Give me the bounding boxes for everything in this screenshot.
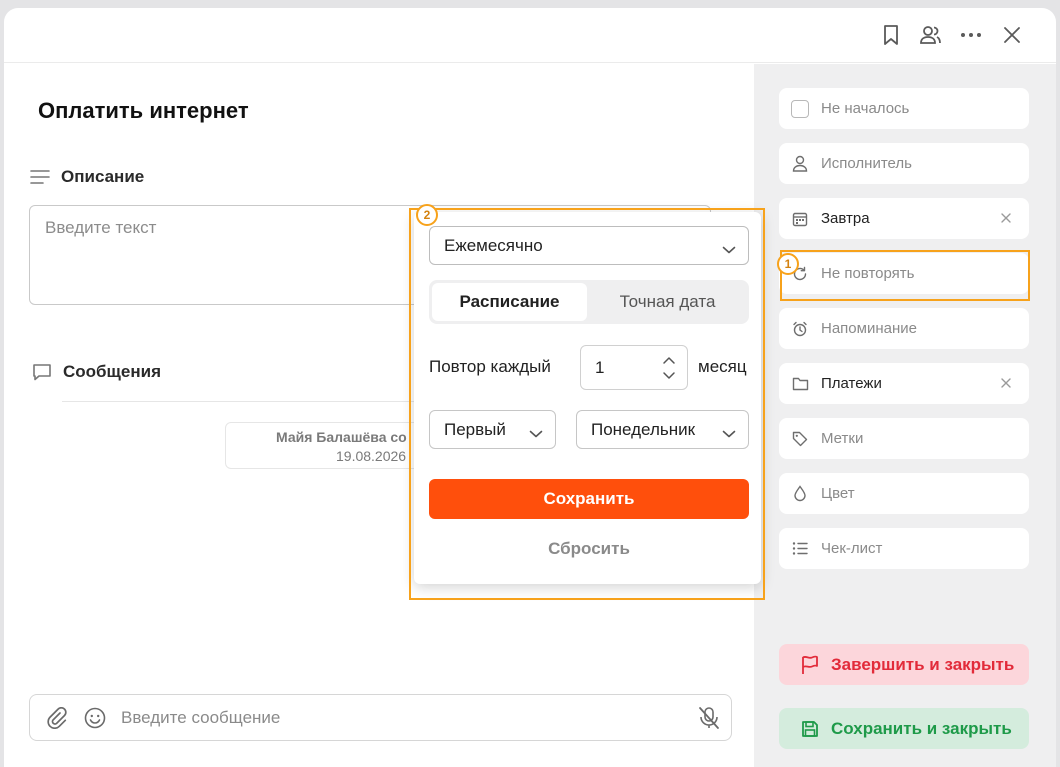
floppy-icon: [799, 718, 821, 740]
sidebar-item-label: Напоминание: [821, 320, 917, 337]
annotation-badge-1: 1: [777, 253, 799, 275]
task-title[interactable]: Оплатить интернет: [38, 98, 249, 124]
sidebar-item-assignee[interactable]: Исполнитель: [779, 143, 1029, 184]
task-sidebar: Не началось Исполнитель Завтра Не повтор…: [754, 64, 1056, 767]
clear-list-icon[interactable]: [999, 376, 1013, 390]
message-card: Майя Балашёва со 19.08.2026: [225, 422, 425, 469]
microphone-off-icon[interactable]: [697, 706, 721, 730]
chat-icon: [31, 361, 53, 383]
status-checkbox[interactable]: [791, 99, 809, 118]
messages-header: Сообщения: [31, 361, 161, 383]
composer-placeholder: Введите сообщение: [121, 707, 281, 727]
message-date: 19.08.2026: [336, 448, 407, 464]
window-toolbar: [4, 8, 1056, 63]
tag-icon: [791, 430, 809, 448]
flag-icon: [799, 654, 821, 676]
description-label: Описание: [61, 167, 145, 186]
bookmark-icon[interactable]: [878, 22, 904, 48]
sidebar-item-list[interactable]: Платежи: [779, 363, 1029, 404]
sidebar-item-color[interactable]: Цвет: [779, 473, 1029, 514]
highlight-repeat-popup: [409, 208, 765, 600]
highlight-repeat-item: [780, 250, 1030, 301]
description-header: Описание: [29, 166, 144, 188]
close-icon[interactable]: [999, 22, 1025, 48]
sidebar-item-due-date[interactable]: Завтра: [779, 198, 1029, 239]
message-author: Майя Балашёва со: [276, 429, 407, 445]
save-and-close-button[interactable]: Сохранить и закрыть: [779, 708, 1029, 749]
text-lines-icon: [29, 166, 51, 188]
clear-date-icon[interactable]: [999, 211, 1013, 225]
sidebar-item-tags[interactable]: Метки: [779, 418, 1029, 459]
users-icon[interactable]: [918, 22, 944, 48]
message-composer[interactable]: Введите сообщение: [29, 694, 732, 741]
sidebar-item-reminder[interactable]: Напоминание: [779, 308, 1029, 349]
emoji-icon[interactable]: [83, 706, 107, 730]
finish-and-close-button[interactable]: Завершить и закрыть: [779, 644, 1029, 685]
sidebar-item-label: Чек-лист: [821, 540, 883, 557]
description-placeholder: Введите текст: [45, 218, 157, 237]
messages-divider: [62, 401, 432, 402]
checklist-icon: [791, 540, 809, 558]
sidebar-item-checklist[interactable]: Чек-лист: [779, 528, 1029, 569]
annotation-badge-2: 2: [416, 204, 438, 226]
save-close-label: Сохранить и закрыть: [831, 718, 1012, 738]
calendar-icon: [791, 210, 809, 228]
sidebar-item-label: Исполнитель: [821, 155, 912, 172]
sidebar-item-status[interactable]: Не началось: [779, 88, 1029, 129]
sidebar-item-label: Завтра: [821, 210, 870, 227]
folder-icon: [791, 375, 809, 393]
messages-label: Сообщения: [63, 362, 161, 381]
sidebar-item-label: Цвет: [821, 485, 855, 502]
sidebar-item-label: Платежи: [821, 375, 882, 392]
sidebar-item-label: Не началось: [821, 100, 910, 117]
paperclip-icon[interactable]: [45, 706, 69, 730]
sidebar-item-label: Метки: [821, 430, 864, 447]
drop-icon: [791, 485, 809, 503]
more-icon[interactable]: [958, 22, 984, 48]
alarm-icon: [791, 320, 809, 338]
user-icon: [791, 155, 809, 173]
finish-label: Завершить и закрыть: [831, 654, 1015, 674]
